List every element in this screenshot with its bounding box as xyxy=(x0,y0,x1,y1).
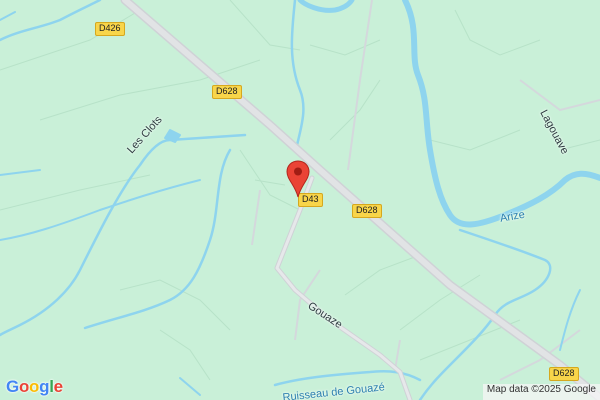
logo-letter: o xyxy=(18,377,30,396)
google-logo: Google xyxy=(6,377,63,397)
road-shield-d628: D628 xyxy=(212,85,242,99)
road-shield-d628: D628 xyxy=(549,367,579,381)
logo-letter: o xyxy=(29,377,40,396)
road-d43[interactable] xyxy=(274,175,413,400)
logo-letter: g xyxy=(39,377,50,396)
map-attribution[interactable]: Map data ©2025 Google xyxy=(482,384,600,400)
map-pin-icon[interactable] xyxy=(286,160,310,198)
map-canvas[interactable]: D426 D628 D43 D628 D628 Les Clots Gouaze… xyxy=(0,0,600,400)
logo-letter: e xyxy=(53,377,63,396)
road-shield-d628: D628 xyxy=(352,204,382,218)
logo-letter: G xyxy=(6,377,19,396)
road-shield-d426: D426 xyxy=(95,22,125,36)
